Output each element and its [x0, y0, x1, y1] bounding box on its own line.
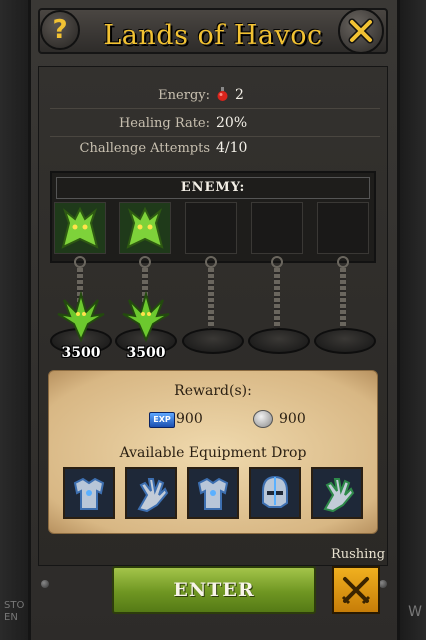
chain-ring	[271, 256, 283, 268]
chain-ring	[74, 256, 86, 268]
enemy-hp-1: 3500	[61, 345, 101, 361]
reward-scroll: Reward(s): EXP 900 900 Available Equipme…	[48, 370, 378, 534]
background-panel-right	[400, 0, 426, 640]
green-dragon-icon	[120, 203, 170, 253]
armor-icon	[73, 477, 105, 510]
rushing-label: Rushing	[330, 547, 386, 562]
enter-label: Enter	[173, 579, 255, 601]
equipment-drop-1[interactable]	[63, 467, 115, 519]
healing-rate-value: 20%	[216, 115, 248, 131]
energy-label: Energy:	[158, 88, 210, 103]
gauntlet-icon	[323, 478, 355, 513]
title-bar: Lands of Havoc	[38, 8, 388, 54]
rushing-toggle[interactable]	[332, 566, 380, 614]
chain	[208, 268, 214, 330]
healing-rate-label: Healing Rate:	[118, 116, 210, 131]
energy-potion-icon	[217, 87, 228, 101]
equipment-drop-5[interactable]	[311, 467, 363, 519]
helmet-icon	[262, 475, 288, 508]
enemy-pedestal	[314, 328, 376, 354]
armor-icon	[197, 477, 229, 510]
chain	[340, 268, 346, 330]
background-text-right: W	[408, 604, 422, 620]
enemy-slot-empty	[251, 202, 303, 254]
silver-reward-value: 900	[279, 411, 306, 427]
challenge-attempts-row: Challenge Attempts 4/10	[50, 139, 380, 161]
challenge-attempts-label: Challenge Attempts	[79, 141, 210, 156]
energy-value: 2	[235, 87, 244, 103]
chain-ring	[337, 256, 349, 268]
green-dragon-icon	[122, 290, 170, 342]
reward-title: Reward(s):	[174, 383, 252, 399]
help-button[interactable]: ?	[40, 10, 80, 50]
gauntlet-icon	[137, 478, 169, 513]
close-button[interactable]	[338, 8, 384, 54]
chain	[274, 268, 280, 330]
energy-row: Energy: 2	[50, 86, 380, 109]
challenge-attempts-value: 4/10	[216, 140, 248, 156]
enemy-heading: Enemy:	[56, 177, 370, 199]
exp-icon: EXP	[149, 412, 175, 428]
green-dragon-icon	[57, 290, 105, 342]
equipment-drop-4[interactable]	[249, 467, 301, 519]
enemy-slot-empty	[185, 202, 237, 254]
equipment-drop-title: Available Equipment Drop	[119, 445, 307, 461]
enter-button[interactable]: Enter	[112, 566, 316, 614]
dialog-title: Lands of Havoc	[103, 20, 323, 51]
equipment-drop-2[interactable]	[125, 467, 177, 519]
enemy-pedestal	[182, 328, 244, 354]
exp-reward-value: 900	[176, 411, 203, 427]
question-icon: ?	[52, 15, 68, 45]
chain-ring	[205, 256, 217, 268]
enemy-hp-2: 3500	[126, 345, 166, 361]
green-dragon-icon	[55, 203, 105, 253]
silver-coin-icon	[253, 410, 273, 428]
enemy-slot-1[interactable]	[54, 202, 106, 254]
enemy-slot-empty	[317, 202, 369, 254]
close-icon	[348, 18, 374, 44]
chain-ring	[139, 256, 151, 268]
enemy-pedestal	[248, 328, 310, 354]
equipment-drop-3[interactable]	[187, 467, 239, 519]
healing-rate-row: Healing Rate: 20%	[50, 114, 380, 137]
crossed-swords-icon	[341, 577, 371, 605]
enemy-slot-2[interactable]	[119, 202, 171, 254]
